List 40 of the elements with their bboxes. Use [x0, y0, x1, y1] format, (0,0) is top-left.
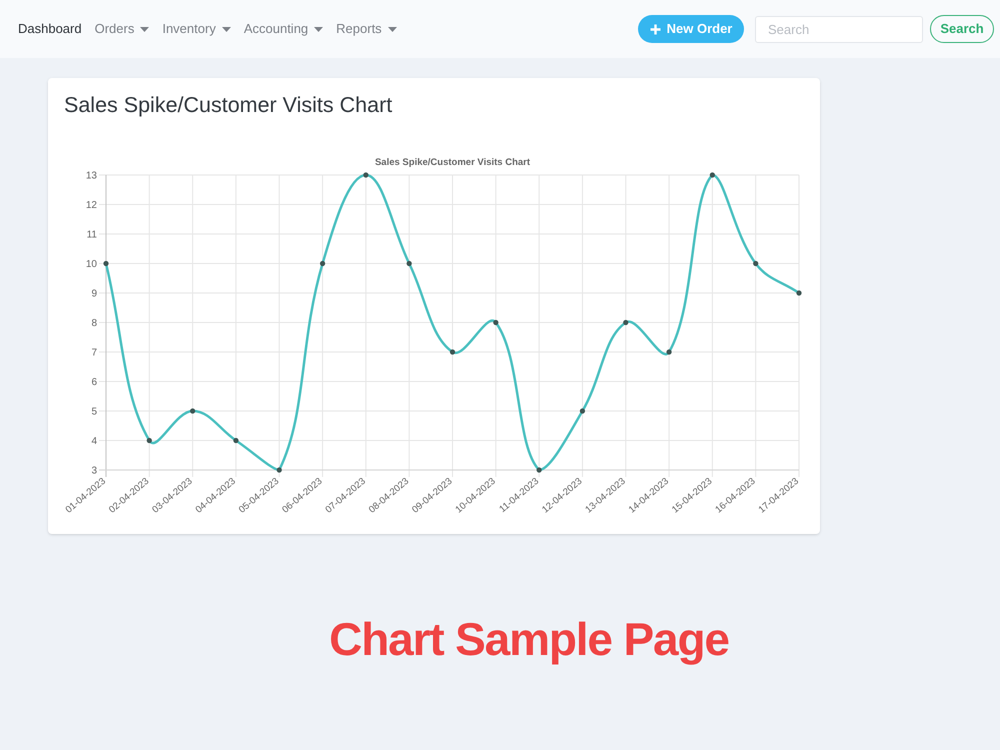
new-order-button[interactable]: New Order — [638, 15, 744, 43]
nav-item[interactable]: Reports — [336, 20, 397, 38]
y-tick-label: 6 — [91, 377, 97, 388]
search-field[interactable]: Search — [755, 16, 923, 42]
data-point — [666, 349, 672, 355]
chart-title: Sales Spike/Customer Visits Chart — [374, 157, 530, 168]
y-tick-label: 7 — [91, 348, 97, 358]
data-point — [623, 320, 628, 326]
nav-item[interactable]: Inventory — [162, 20, 231, 38]
data-point — [450, 349, 456, 355]
nav-item[interactable]: Accounting — [244, 20, 324, 38]
data-point — [320, 260, 326, 266]
y-tick-label: 12 — [86, 200, 97, 211]
data-point — [580, 408, 586, 414]
data-point — [753, 260, 758, 266]
y-tick-label: 13 — [86, 170, 97, 182]
y-tick-label: 5 — [91, 406, 97, 418]
data-point — [276, 467, 282, 473]
data-point — [406, 260, 412, 266]
data-point — [363, 172, 368, 178]
data-point — [146, 438, 152, 444]
data-point — [233, 438, 239, 444]
data-point — [103, 260, 109, 266]
y-tick-label: 4 — [91, 436, 97, 447]
nav-item[interactable]: Dashboard — [18, 20, 82, 38]
data-point — [536, 467, 542, 473]
search-button[interactable]: Search — [930, 15, 994, 43]
y-tick-label: 3 — [91, 466, 97, 476]
card-title: Sales Spike/Customer Visits Chart — [64, 92, 392, 119]
y-tick-label: 11 — [86, 230, 97, 240]
y-tick-label: 8 — [91, 318, 97, 329]
data-point — [493, 320, 498, 326]
y-tick-label: 10 — [86, 259, 97, 270]
data-point — [190, 408, 196, 414]
nav-item[interactable]: Orders — [94, 20, 150, 38]
plus-icon — [650, 24, 661, 34]
caption-text: Chart Sample Page — [329, 612, 729, 666]
data-point — [796, 290, 802, 296]
data-point — [710, 172, 715, 178]
y-tick-label: 9 — [91, 288, 97, 300]
